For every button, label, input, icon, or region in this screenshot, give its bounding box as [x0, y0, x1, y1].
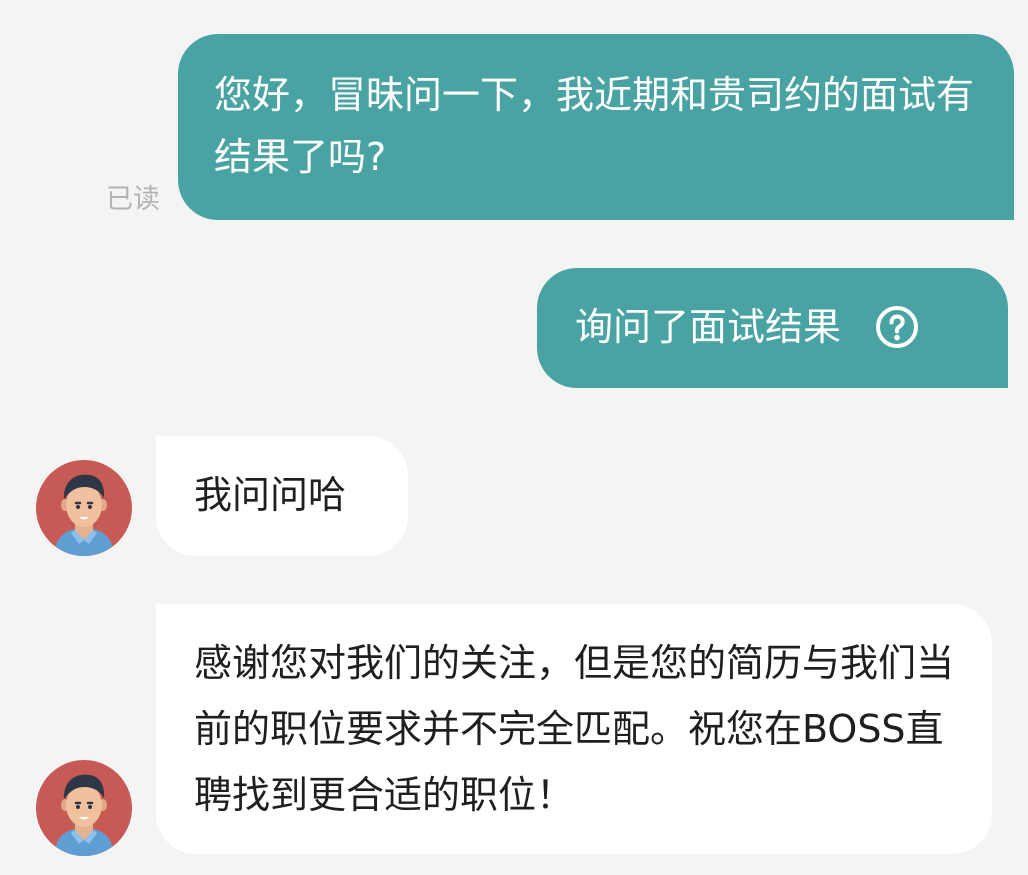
avatar-illustration — [36, 760, 132, 856]
message-text: 询问了面试结果 — [575, 305, 842, 349]
message-text: 我问问哈 — [194, 473, 347, 517]
avatar-illustration — [36, 460, 132, 556]
help-circle-icon[interactable] — [875, 305, 919, 349]
message-text: 您好，冒昧问一下，我近期和贵司约的面试有结果了吗? — [214, 73, 975, 179]
read-status: 已读 — [106, 184, 160, 215]
recruiter-avatar[interactable] — [36, 760, 132, 856]
incoming-message-1[interactable]: 我问问哈 — [156, 436, 408, 556]
recruiter-avatar[interactable] — [36, 460, 132, 556]
outgoing-message-2[interactable]: 询问了面试结果 — [537, 268, 1008, 388]
outgoing-message-1[interactable]: 您好，冒昧问一下，我近期和贵司约的面试有结果了吗? — [178, 34, 1014, 220]
message-text: 感谢您对我们的关注，但是您的简历与我们当前的职位要求并不完全匹配。祝您在BOSS… — [194, 641, 955, 817]
chat-thread: 您好，冒昧问一下，我近期和贵司约的面试有结果了吗? 已读 询问了面试结果 我问问… — [0, 0, 1028, 875]
incoming-message-2[interactable]: 感谢您对我们的关注，但是您的简历与我们当前的职位要求并不完全匹配。祝您在BOSS… — [156, 604, 992, 854]
